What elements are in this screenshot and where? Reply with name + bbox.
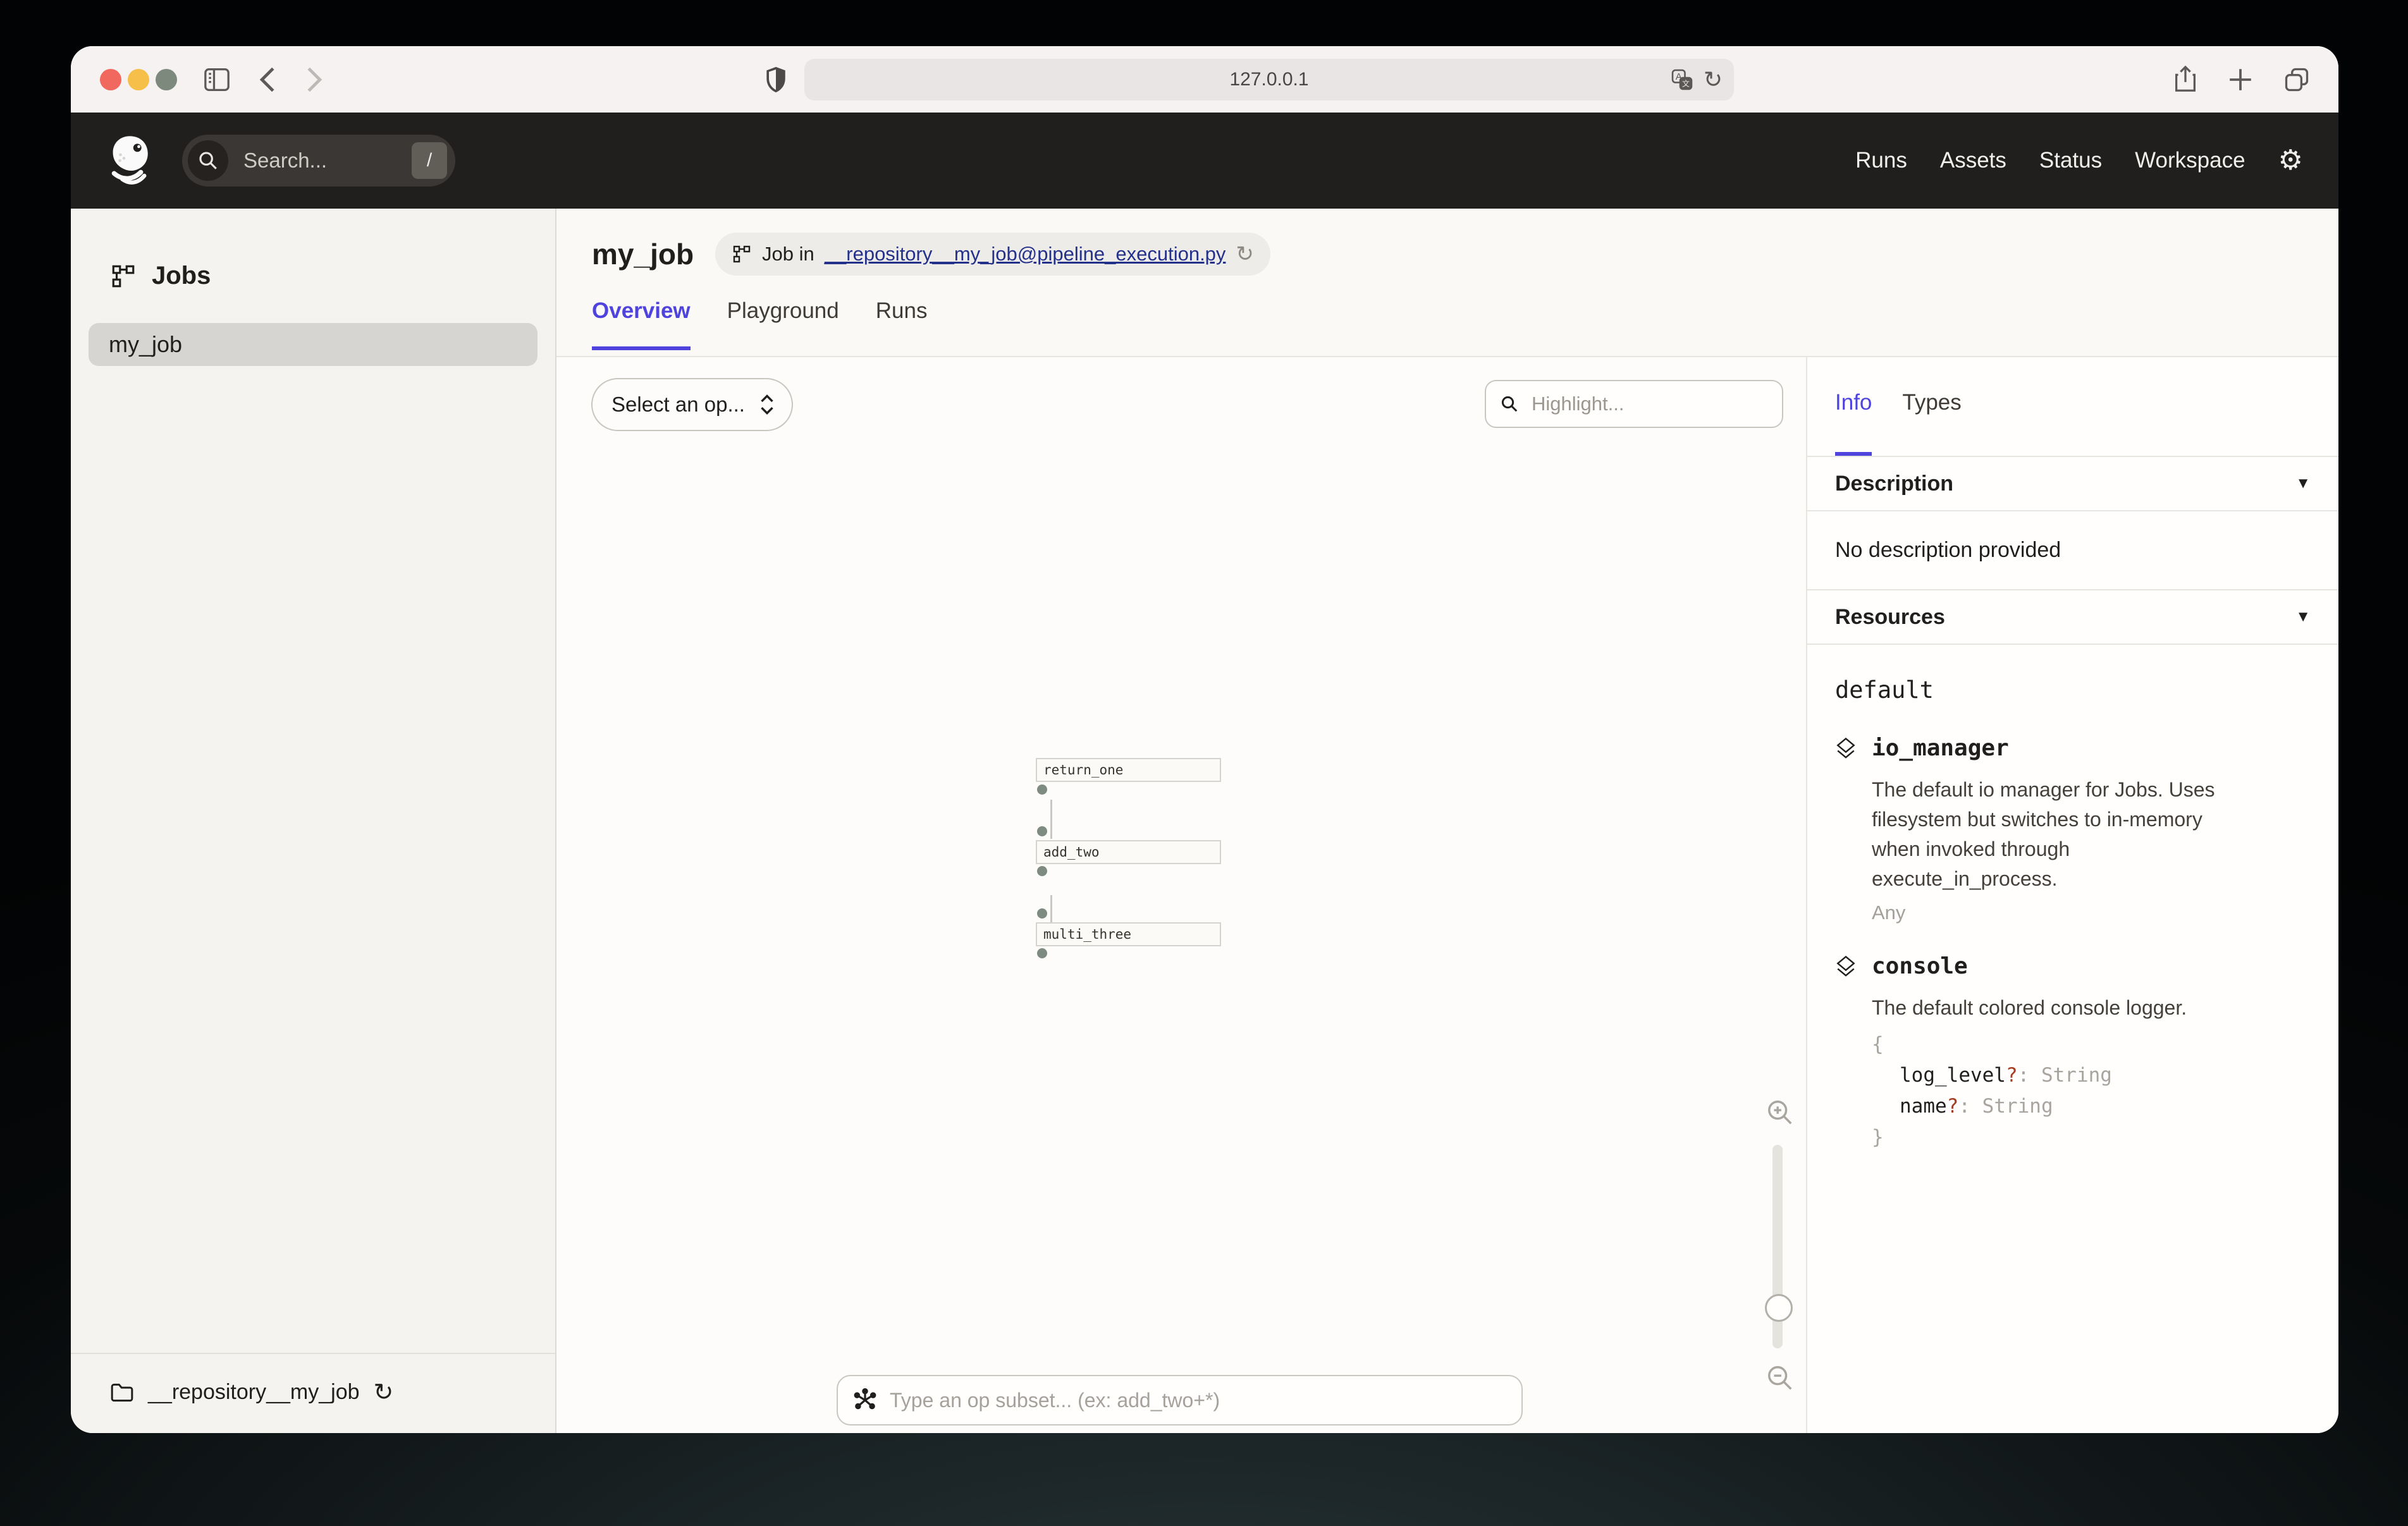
highlight-search[interactable] [1485, 380, 1783, 428]
left-sidebar: Jobs my_job __repository__my_job ↻ [71, 209, 556, 1433]
input-dot[interactable] [1037, 908, 1047, 919]
resource-group-name: default [1835, 676, 2311, 704]
op-subset-input[interactable] [888, 1388, 1506, 1413]
settings-gear-icon[interactable]: ⚙ [2278, 147, 2303, 174]
zoom-slider-handle[interactable] [1765, 1294, 1793, 1322]
zoom-out-icon[interactable] [1766, 1364, 1795, 1393]
sidebar-item-my-job[interactable]: my_job [89, 323, 538, 366]
app-header: / Runs Assets Status Workspace ⚙ [71, 113, 2338, 209]
sidebar-title: Jobs [152, 262, 211, 290]
traffic-lights [100, 69, 177, 90]
op-graph-canvas[interactable]: Select an op... return_one add_two [556, 357, 1806, 1433]
url-text: 127.0.0.1 [1229, 69, 1308, 90]
share-icon[interactable] [2173, 65, 2198, 94]
dagster-logo[interactable] [102, 131, 161, 190]
panel-tabs: Info Types [1807, 357, 2338, 456]
tab-overview[interactable]: Overview [592, 298, 691, 350]
zoom-in-icon[interactable] [1766, 1098, 1795, 1127]
tab-types[interactable]: Types [1902, 390, 1961, 456]
sidebar-toggle-icon[interactable] [202, 67, 231, 92]
repository-name: __repository__my_job [148, 1380, 360, 1405]
description-section-header[interactable]: Description ▼ [1807, 457, 2338, 511]
browser-window: 127.0.0.1 A 文 ↻ [71, 46, 2338, 1433]
privacy-shield-icon[interactable] [764, 66, 788, 94]
job-origin-badge: Job in __repository__my_job@pipeline_exe… [715, 233, 1270, 276]
resource-name: io_manager [1872, 735, 2009, 761]
op-node-add-two[interactable]: add_two [1036, 840, 1221, 864]
address-bar[interactable]: 127.0.0.1 A 文 ↻ [804, 59, 1734, 101]
nav-workspace[interactable]: Workspace [2135, 148, 2245, 173]
zoom-window-button[interactable] [156, 69, 177, 90]
output-dot[interactable] [1037, 948, 1047, 958]
collapse-caret-icon[interactable]: ▼ [2295, 608, 2311, 626]
close-window-button[interactable] [100, 69, 121, 90]
tab-overview-icon[interactable] [2283, 66, 2311, 94]
job-page-header: my_job Job in __repository__my_job@pipel… [556, 209, 2338, 357]
search-icon [188, 140, 228, 181]
job-tabs: Overview Playground Runs [592, 298, 2338, 350]
op-selector-icon [853, 1388, 877, 1412]
search-shortcut-badge: / [412, 142, 447, 179]
select-op-dropdown[interactable]: Select an op... [591, 378, 793, 431]
tab-playground[interactable]: Playground [727, 298, 839, 350]
nav-runs[interactable]: Runs [1855, 148, 1907, 173]
translate-icon[interactable]: A 文 [1671, 68, 1693, 91]
back-button[interactable] [257, 66, 278, 94]
jobs-header: Jobs [71, 209, 555, 290]
edge-return-one-add-two [1050, 800, 1052, 839]
top-nav: Runs Assets Status Workspace ⚙ [1855, 147, 2303, 174]
job-graph-icon [110, 263, 137, 290]
folder-icon [110, 1382, 134, 1403]
op-node-multi-three[interactable]: multi_three [1036, 922, 1221, 946]
browser-chrome: 127.0.0.1 A 文 ↻ [71, 46, 2338, 113]
description-body: No description provided [1807, 511, 2338, 590]
input-dot[interactable] [1037, 826, 1047, 836]
new-tab-icon[interactable] [2227, 66, 2254, 93]
resource-console: console The default colored console logg… [1835, 953, 2311, 1153]
minimize-window-button[interactable] [128, 69, 149, 90]
nav-status[interactable]: Status [2039, 148, 2102, 173]
op-subset-filter[interactable] [837, 1375, 1523, 1425]
resources-section-header[interactable]: Resources ▼ [1807, 590, 2338, 645]
search-icon [1500, 394, 1519, 413]
output-dot[interactable] [1037, 784, 1047, 795]
tab-info[interactable]: Info [1835, 390, 1872, 456]
output-dot[interactable] [1037, 866, 1047, 876]
global-search[interactable]: / [182, 135, 455, 186]
resources-body: default io_manager The default io manage… [1807, 645, 2338, 1209]
highlight-input[interactable] [1530, 392, 1768, 416]
info-panel: Info Types Description ▼ No description … [1806, 357, 2338, 1433]
reload-repository-icon[interactable]: ↻ [374, 1378, 394, 1407]
nav-assets[interactable]: Assets [1940, 148, 2006, 173]
resource-name: console [1872, 953, 1968, 979]
op-node-return-one[interactable]: return_one [1036, 758, 1221, 782]
repository-footer: __repository__my_job ↻ [71, 1353, 555, 1433]
search-input[interactable] [242, 148, 412, 173]
reload-icon[interactable]: ↻ [1704, 66, 1723, 93]
description-title: Description [1835, 472, 1953, 496]
badge-prefix: Job in [762, 243, 814, 266]
svg-text:文: 文 [1682, 78, 1690, 88]
resources-title: Resources [1835, 605, 1945, 630]
resource-icon [1835, 736, 1857, 760]
unfold-caret-icon [759, 394, 775, 415]
select-op-label: Select an op... [611, 393, 745, 417]
forward-button[interactable] [304, 66, 325, 94]
resource-icon [1835, 955, 1857, 979]
resource-config-schema: { log_level?: String name?: String } [1872, 1029, 2311, 1153]
job-icon [732, 244, 752, 264]
tab-runs[interactable]: Runs [876, 298, 928, 350]
collapse-caret-icon[interactable]: ▼ [2295, 475, 2311, 492]
resource-config-type: Any [1872, 901, 2311, 924]
badge-repo-link[interactable]: __repository__my_job@pipeline_execution.… [825, 243, 1226, 266]
badge-reload-icon[interactable]: ↻ [1236, 241, 1254, 267]
edge-add-two-multi-three [1050, 895, 1052, 922]
resource-io-manager: io_manager The default io manager for Jo… [1835, 735, 2311, 924]
resource-description: The default colored console logger. [1872, 993, 2251, 1023]
resource-description: The default io manager for Jobs. Uses fi… [1872, 775, 2251, 894]
page-title: my_job [592, 237, 694, 271]
